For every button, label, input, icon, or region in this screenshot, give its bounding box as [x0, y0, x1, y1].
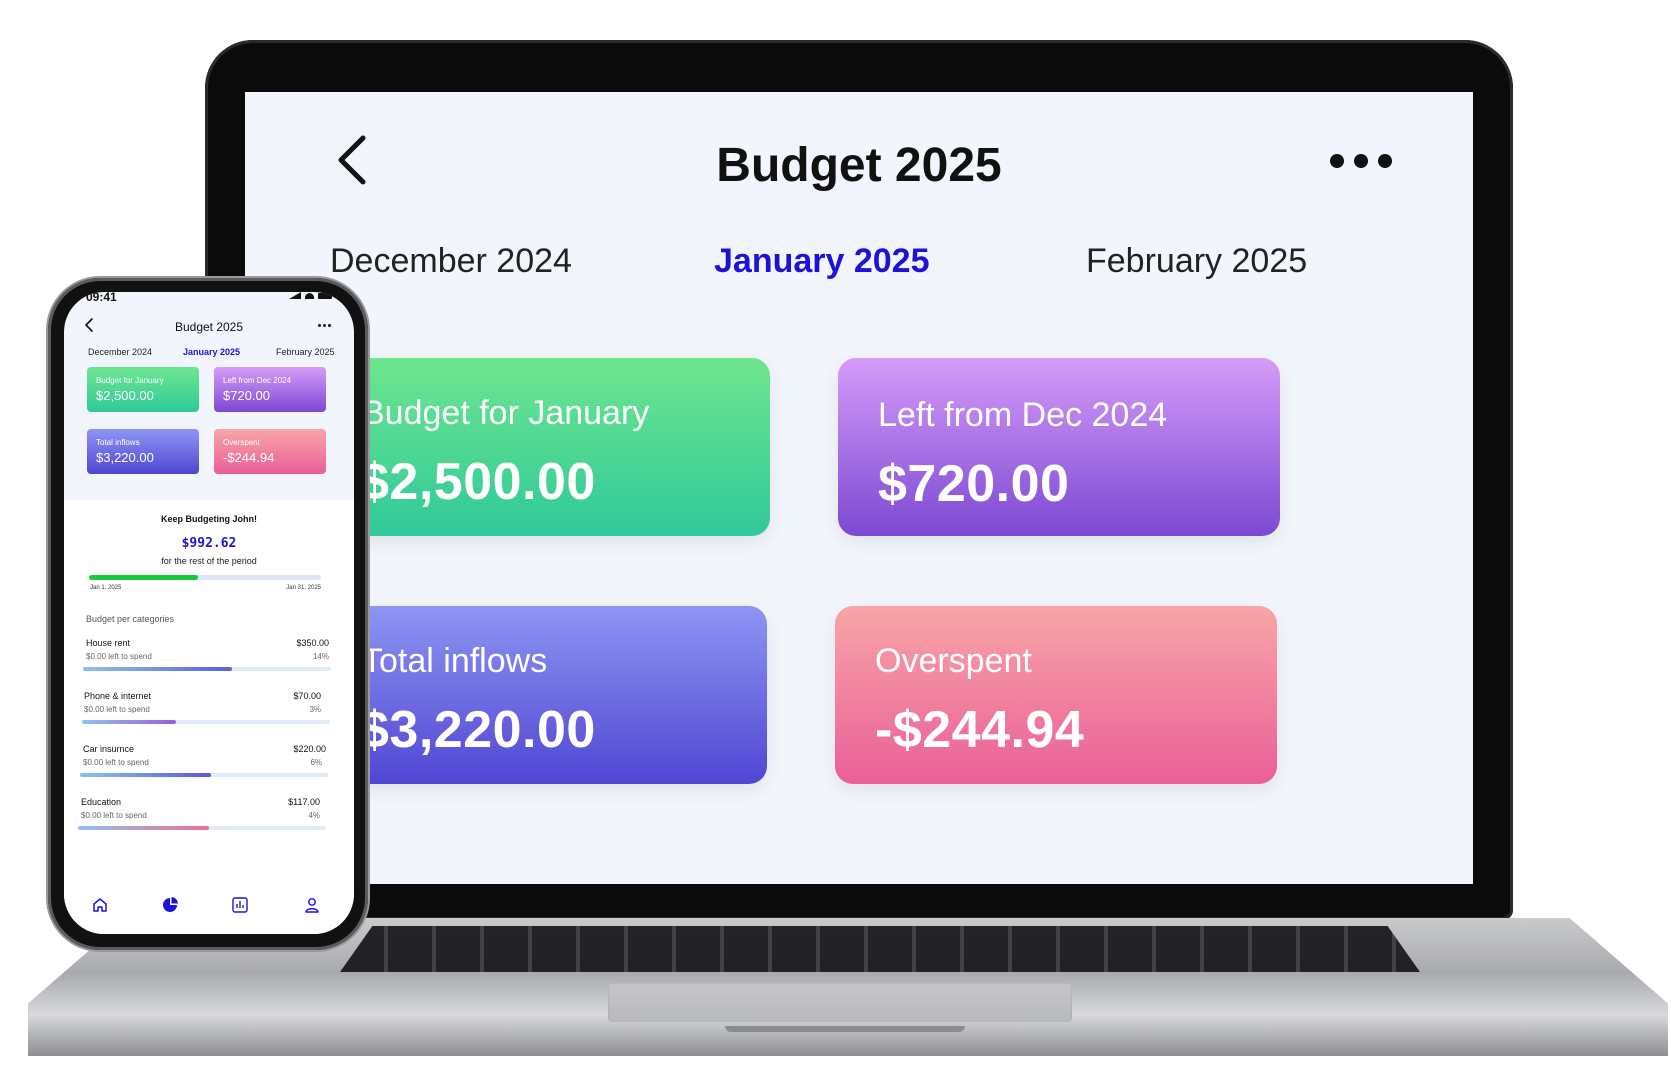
- card-value: -$244.94: [223, 450, 275, 465]
- category-progress-bar: [78, 826, 326, 830]
- card-label: Left from Dec 2024: [223, 376, 292, 385]
- category-row[interactable]: Phone & internet $70.00 $0.00 left to sp…: [64, 691, 354, 741]
- category-left-to-spend: $0.00 left to spend: [86, 652, 152, 661]
- month-tab-current[interactable]: January 2025: [714, 242, 930, 281]
- category-left-to-spend: $0.00 left to spend: [83, 758, 149, 767]
- category-progress-fill: [80, 773, 212, 777]
- category-progress-bar: [82, 720, 330, 724]
- month-tab-prev[interactable]: December 2024: [88, 347, 152, 357]
- category-amount: $70.00: [293, 691, 321, 701]
- total-inflows-card[interactable]: Total inflows $3,220.00: [87, 429, 199, 474]
- category-name: Education: [81, 797, 122, 807]
- category-name: House rent: [86, 638, 131, 648]
- status-icons: [289, 292, 332, 299]
- signal-icon: [289, 292, 301, 299]
- period-progress-fill: [89, 575, 199, 580]
- battery-icon: [318, 293, 332, 299]
- card-label: Left from Dec 2024: [878, 396, 1168, 434]
- category-left-to-spend: $0.00 left to spend: [84, 705, 150, 714]
- page-title: Budget 2025: [174, 320, 244, 334]
- card-value: $2,500.00: [360, 453, 596, 511]
- remaining-amount: $992.62: [181, 536, 237, 551]
- category-name: Car insurnce: [83, 744, 135, 754]
- period-end-date: Jan 31, 2025: [286, 585, 321, 591]
- more-options-icon[interactable]: [318, 324, 331, 327]
- month-tab-next[interactable]: February 2025: [276, 347, 335, 357]
- card-value: $720.00: [223, 388, 270, 403]
- category-percent: 3%: [309, 705, 321, 714]
- phone-screen: 09:41 Budget 2025 December 2024 January …: [64, 292, 354, 934]
- category-progress-fill: [83, 667, 232, 671]
- category-percent: 4%: [308, 811, 320, 820]
- categories-heading: Budget per categories: [86, 614, 175, 624]
- remaining-caption: for the rest of the period: [161, 556, 257, 566]
- card-label: Overspent: [875, 642, 1032, 680]
- category-percent: 6%: [310, 758, 322, 767]
- card-label: Overspent: [223, 438, 260, 447]
- category-row[interactable]: House rent $350.00 $0.00 left to spend 1…: [64, 638, 354, 688]
- budget-card[interactable]: Budget for January $2,500.00: [87, 367, 199, 412]
- bar-chart-icon[interactable]: [231, 896, 249, 914]
- laptop-screen: Budget 2025 December 2024 January 2025 F…: [245, 92, 1473, 884]
- overspent-card[interactable]: Overspent -$244.94: [835, 606, 1277, 784]
- laptop-trackpad: [608, 982, 1072, 1022]
- more-options-icon[interactable]: [1330, 154, 1392, 168]
- pie-chart-icon[interactable]: [161, 896, 179, 914]
- month-tab-prev[interactable]: December 2024: [330, 242, 572, 281]
- greeting-text: Keep Budgeting John!: [161, 514, 257, 524]
- card-label: Total inflows: [362, 642, 548, 680]
- period-start-date: Jan 1, 2025: [90, 585, 122, 591]
- card-label: Budget for January: [362, 394, 650, 432]
- category-left-to-spend: $0.00 left to spend: [81, 811, 147, 820]
- bottom-nav: [64, 888, 354, 928]
- card-value: $3,220.00: [360, 701, 596, 759]
- category-progress-fill: [78, 826, 210, 830]
- category-percent: 14%: [312, 652, 329, 661]
- laptop-keyboard: [340, 926, 1420, 972]
- page-title: Budget 2025: [716, 139, 1002, 192]
- left-from-previous-card[interactable]: Left from Dec 2024 $720.00: [838, 358, 1280, 536]
- month-tab-current[interactable]: January 2025: [183, 347, 240, 357]
- category-amount: $117.00: [288, 797, 320, 807]
- budget-card[interactable]: Budget for January $2,500.00: [344, 358, 770, 536]
- period-progress-bar: [89, 575, 321, 580]
- category-progress-fill: [82, 720, 177, 724]
- card-value: $720.00: [878, 455, 1070, 513]
- card-label: Total inflows: [96, 438, 140, 447]
- card-value: $3,220.00: [96, 450, 154, 465]
- summary-panel: Keep Budgeting John! $992.62 for the res…: [64, 500, 354, 934]
- card-value: -$244.94: [875, 701, 1085, 759]
- category-name: Phone & internet: [84, 691, 152, 701]
- card-label: Budget for January: [96, 376, 164, 385]
- category-amount: $350.00: [296, 638, 329, 648]
- home-icon[interactable]: [91, 896, 109, 914]
- status-time: 09:41: [86, 292, 117, 304]
- category-amount: $220.00: [293, 744, 326, 754]
- left-from-previous-card[interactable]: Left from Dec 2024 $720.00: [214, 367, 326, 412]
- category-row[interactable]: Education $117.00 $0.00 left to spend 4%: [64, 797, 354, 847]
- category-row[interactable]: Car insurnce $220.00 $0.00 left to spend…: [64, 744, 354, 794]
- month-selector: December 2024 January 2025 February 2025: [245, 242, 1473, 286]
- laptop-base-notch: [725, 1026, 965, 1032]
- category-progress-bar: [83, 667, 331, 671]
- total-inflows-card[interactable]: Total inflows $3,220.00: [344, 606, 767, 784]
- wifi-icon: [305, 293, 314, 299]
- month-tab-next[interactable]: February 2025: [1086, 242, 1307, 281]
- overspent-card[interactable]: Overspent -$244.94: [214, 429, 326, 474]
- category-progress-bar: [80, 773, 328, 777]
- profile-icon[interactable]: [303, 896, 321, 914]
- card-value: $2,500.00: [96, 388, 154, 403]
